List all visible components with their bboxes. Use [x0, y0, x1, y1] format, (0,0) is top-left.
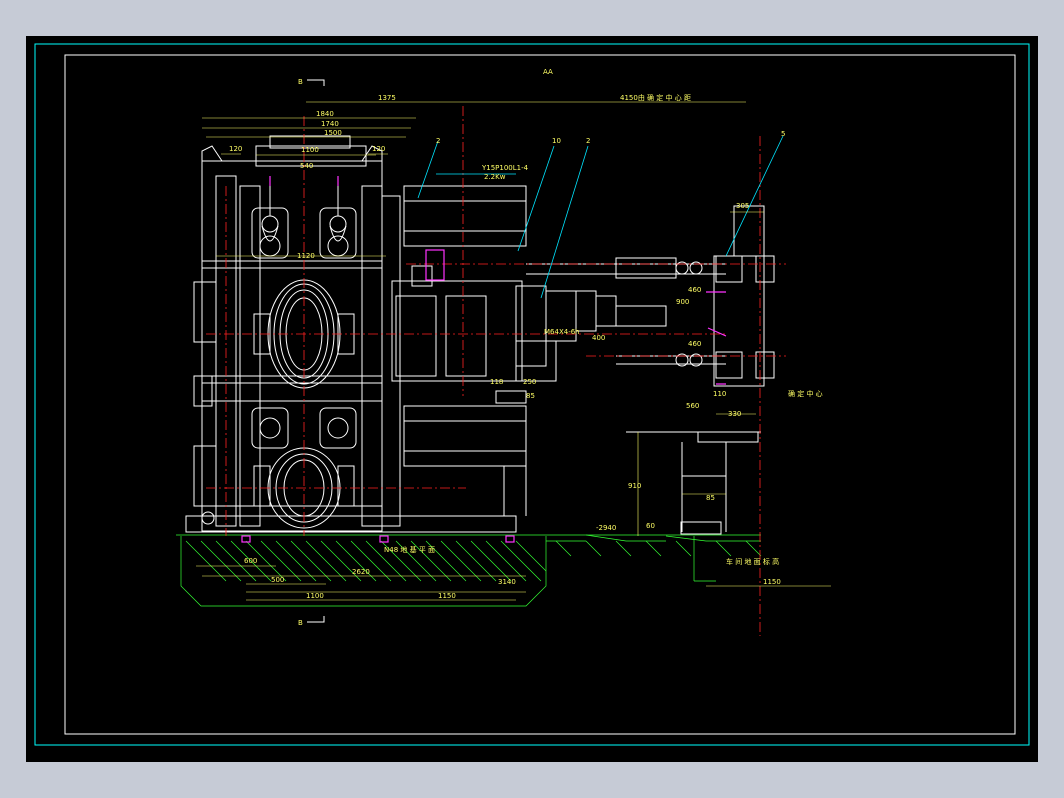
dim-110: 110 — [713, 390, 726, 398]
part-10: 10 — [552, 137, 561, 145]
motor-power: 2.2Kw — [484, 173, 506, 181]
pinion-stand — [626, 205, 775, 535]
dim-118: 118 — [490, 378, 503, 386]
dim-400: 400 — [592, 334, 605, 342]
dim-1120: 1120 — [297, 252, 315, 260]
note-right: 确 定 中 心 — [788, 389, 823, 398]
dim-1740: 1740 — [321, 120, 339, 128]
dim-M64: M64X4-6h — [544, 328, 580, 336]
dim-1840: 1840 — [316, 110, 334, 118]
dim-1100-bottom: 1100 — [306, 592, 324, 600]
dim-1375: 1375 — [378, 94, 396, 102]
dim-1500: 1500 — [324, 129, 342, 137]
inner-border — [64, 54, 1016, 735]
dim-85-upper: 85 — [526, 392, 535, 400]
section-marker-bottom: B — [298, 619, 303, 627]
dim-305: 305 — [736, 202, 749, 210]
note-top: 4150由 确 定 中 心 距 — [620, 93, 691, 102]
dim-85-lower: 85 — [706, 494, 715, 502]
dim-1100: 1100 — [301, 146, 319, 154]
dim-2620: 2620 — [352, 568, 370, 576]
dim-900: 900 — [676, 298, 689, 306]
note-floor: N48 地 基 平 面 — [384, 545, 435, 554]
dim-460-lower: 460 — [688, 340, 701, 348]
dim-540: 540 — [300, 162, 313, 170]
dim-600: 600 — [244, 557, 257, 565]
foundation-hatch — [176, 534, 762, 607]
section-marker-top: B — [298, 78, 303, 86]
dim-60: 60 — [646, 522, 655, 530]
floor-level: -2940 — [596, 524, 616, 532]
dim-460-upper: 460 — [688, 286, 701, 294]
dim-120-left: 120 — [229, 145, 242, 153]
view-title: AA — [543, 68, 553, 76]
part-2-left: 2 — [436, 137, 440, 145]
dim-500: 500 — [271, 576, 284, 584]
dim-560: 560 — [686, 402, 699, 410]
part-5: 5 — [781, 130, 785, 138]
dim-3140: 3140 — [498, 578, 516, 586]
dim-1150-right: 1150 — [763, 578, 781, 586]
dim-1150-bottom: 1150 — [438, 592, 456, 600]
cad-viewport[interactable]: AA B B 1375 4150由 确 定 中 心 距 1840 1740 15… — [26, 36, 1038, 762]
dim-120-right: 120 — [372, 145, 385, 153]
dim-330: 330 — [728, 410, 741, 418]
dim-910: 910 — [628, 482, 641, 490]
drive-units — [391, 185, 617, 516]
note-floor-right: 车 间 地 面 标 高 — [726, 557, 779, 566]
mill-drawing: AA B B 1375 4150由 确 定 中 心 距 1840 1740 15… — [34, 43, 1030, 746]
dim-250: 250 — [523, 378, 536, 386]
motor-model: Y15P100L1-4 — [481, 164, 529, 172]
section-arrow-bottom — [307, 616, 325, 623]
section-arrow-top — [307, 79, 325, 86]
part-2-right: 2 — [586, 137, 590, 145]
